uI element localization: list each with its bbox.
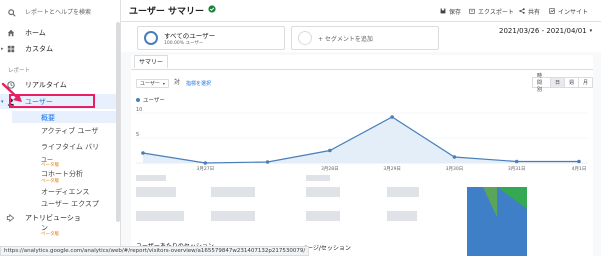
sidebar-item-label: アトリビューショ bbox=[25, 214, 81, 222]
sidebar-sub-item-active-users[interactable]: アクティブ ユーザ bbox=[41, 126, 98, 136]
share-button[interactable]: 共有 bbox=[519, 7, 540, 16]
vs-label: 対 bbox=[174, 79, 181, 86]
data-point bbox=[577, 159, 581, 164]
data-point bbox=[390, 115, 394, 119]
sidebar-sub-item-overview[interactable]: 概要 bbox=[41, 113, 55, 123]
blurred-metric bbox=[136, 175, 166, 181]
blurred-metric bbox=[136, 187, 176, 197]
chevron-down-icon: ▾ bbox=[162, 81, 165, 86]
metric-value: ユーザー bbox=[140, 81, 160, 87]
segment-percent: 100.00% ユーザー bbox=[164, 41, 204, 46]
x-tick-label: 3月30日 bbox=[446, 166, 464, 172]
save-icon bbox=[440, 8, 446, 16]
page-title-text: ユーザー サマリー bbox=[129, 7, 204, 17]
status-bar-url: https://analytics.google.com/analytics/w… bbox=[0, 246, 310, 256]
blurred-metric bbox=[306, 175, 330, 181]
y-tick-label: 10 bbox=[136, 107, 142, 113]
tab-divider bbox=[131, 69, 593, 70]
sidebar-sub-active-bg bbox=[12, 111, 116, 123]
x-tick-label: 3月29日 bbox=[383, 166, 401, 172]
blurred-metric bbox=[387, 187, 419, 197]
report-header: ユーザー サマリー 保存 エクスポート 共有 インサイト bbox=[121, 0, 601, 22]
data-point bbox=[203, 161, 208, 165]
legend-label: ユーザー bbox=[143, 98, 165, 104]
annotation-arrow bbox=[1, 82, 22, 102]
report-content: サマリー ユーザー ▾ 対 指標を選択 時間別 日 週 月 ユーザー 10 5 3月… bbox=[131, 55, 593, 256]
period-day-button[interactable]: 日 bbox=[549, 77, 565, 88]
data-point bbox=[265, 160, 270, 164]
add-segment-button[interactable]: + セグメントを追加 bbox=[291, 26, 439, 50]
empty-circle-icon bbox=[298, 31, 312, 45]
blurred-metric bbox=[306, 211, 340, 221]
period-hourly-button[interactable]: 時間別 bbox=[532, 73, 551, 93]
x-tick-label: 3月27日 bbox=[196, 166, 214, 172]
data-point bbox=[141, 151, 145, 155]
segment-circle-icon bbox=[144, 31, 158, 45]
main-panel: ユーザー サマリー 保存 エクスポート 共有 インサイト すべてのユーザー 10… bbox=[121, 0, 601, 256]
beta-badge: ベータ版 bbox=[41, 163, 59, 168]
segment-all-users[interactable]: すべてのユーザー 100.00% ユーザー bbox=[137, 26, 285, 50]
data-point bbox=[452, 155, 457, 159]
sidebar-sub-item-audience[interactable]: オーディエンス bbox=[41, 187, 89, 197]
data-point bbox=[514, 159, 519, 164]
blurred-metric bbox=[211, 187, 255, 197]
share-label: 共有 bbox=[528, 9, 541, 16]
period-month-button[interactable]: 月 bbox=[577, 77, 593, 88]
users-line-chart[interactable]: 10 5 3月27日 3月28日 3月29日 3月30日 3月31日 4月1日 bbox=[131, 105, 593, 177]
blurred-metric bbox=[306, 187, 340, 197]
blurred-metric bbox=[211, 211, 255, 221]
segment-name: すべてのユーザー bbox=[164, 32, 216, 40]
sidebar-scrollbar[interactable] bbox=[116, 22, 120, 222]
blurred-metric bbox=[136, 211, 184, 221]
date-range-picker[interactable]: 2021/03/26 - 2021/04/01 ▾ bbox=[499, 27, 592, 35]
export-label: エクスポート bbox=[478, 9, 514, 16]
x-tick-label: 3月31日 bbox=[508, 166, 526, 172]
metric-dropdown[interactable]: ユーザー ▾ bbox=[136, 79, 169, 88]
period-toggle: 時間別 日 週 月 bbox=[532, 73, 593, 93]
tab-summary[interactable]: サマリー bbox=[134, 55, 169, 69]
chart-legend: ユーザー bbox=[136, 96, 165, 104]
chevron-down-icon: ▾ bbox=[589, 28, 593, 34]
legend-dot bbox=[136, 98, 140, 102]
blurred-metric bbox=[387, 211, 417, 221]
insight-label: インサイト bbox=[558, 9, 589, 16]
sidebar-sub-item-lifetime-value[interactable]: ライフタイム バリ bbox=[41, 142, 99, 152]
series-area bbox=[143, 117, 579, 163]
x-tick-label: 4月1日 bbox=[572, 166, 587, 172]
metrics-area: ユーザーあたりのセッション ページ/セッション bbox=[131, 173, 593, 256]
period-week-button[interactable]: 週 bbox=[563, 77, 579, 88]
beta-badge: ベータ版 bbox=[41, 179, 59, 184]
blurred-pie-chart bbox=[453, 177, 541, 256]
page-title: ユーザー サマリー bbox=[129, 4, 216, 17]
save-button[interactable]: 保存 bbox=[440, 7, 461, 16]
beta-badge: ベータ版 bbox=[41, 232, 59, 237]
insight-icon bbox=[549, 7, 555, 16]
x-tick-label: 3月28日 bbox=[321, 166, 339, 172]
sidebar-item-attribution[interactable]: アトリビューショ bbox=[6, 213, 81, 223]
data-point bbox=[328, 148, 332, 153]
insight-button[interactable]: インサイト bbox=[549, 7, 588, 16]
sidebar-sub-item-user-explorer[interactable]: ユーザー エクスプ bbox=[41, 199, 99, 209]
share-icon bbox=[519, 7, 525, 16]
attribution-icon bbox=[6, 214, 15, 223]
verified-check-icon bbox=[208, 5, 216, 16]
select-metric-link[interactable]: 指標を選択 bbox=[186, 80, 211, 87]
y-tick-label: 5 bbox=[136, 132, 139, 138]
export-button[interactable]: エクスポート bbox=[469, 7, 514, 16]
add-segment-label: + セグメントを追加 bbox=[318, 35, 373, 43]
export-icon bbox=[469, 8, 475, 16]
date-range-text: 2021/03/26 - 2021/04/01 bbox=[499, 27, 587, 35]
save-label: 保存 bbox=[449, 9, 462, 16]
